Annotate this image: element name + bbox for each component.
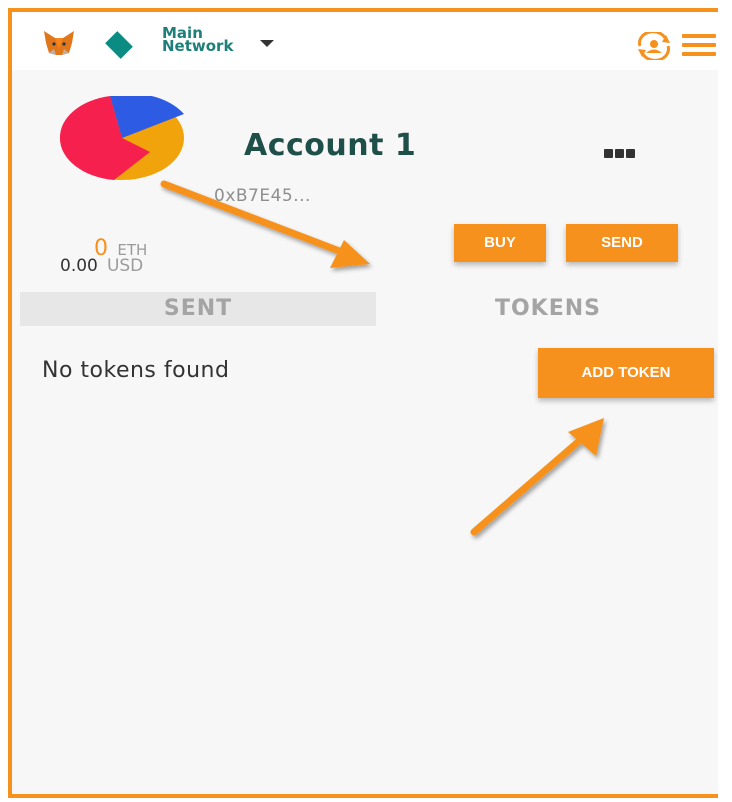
account-options-icon[interactable]: [604, 143, 637, 162]
chevron-down-icon[interactable]: [260, 40, 274, 47]
tab-sent[interactable]: SENT: [20, 292, 376, 326]
tab-tokens[interactable]: TOKENS: [376, 292, 718, 326]
send-button[interactable]: SEND: [566, 224, 678, 262]
account-name: Account 1: [244, 128, 417, 163]
tab-bar: SENT TOKENS: [20, 292, 718, 326]
account-address[interactable]: 0xB7E45...: [214, 186, 311, 206]
hamburger-menu-icon[interactable]: [682, 34, 716, 58]
arrow-to-add-token: [470, 418, 604, 536]
buy-button[interactable]: BUY: [454, 224, 546, 262]
metamask-fox-icon: [44, 31, 74, 55]
network-label-line2: Network: [162, 37, 234, 55]
usd-unit: USD: [106, 256, 144, 276]
network-diamond-icon: [105, 31, 133, 59]
wallet-window: Main Network Account 1 0xB7E45... 0 ETH …: [8, 8, 718, 798]
no-tokens-message: No tokens found: [42, 358, 230, 383]
add-token-button[interactable]: ADD TOKEN: [538, 348, 714, 398]
account-sync-icon[interactable]: [634, 32, 674, 60]
top-bar: Main Network: [12, 12, 718, 70]
usd-balance: 0.00 USD: [60, 256, 143, 276]
network-selector[interactable]: Main Network: [162, 26, 234, 55]
usd-value: 0.00: [60, 256, 98, 276]
account-avatar: [60, 96, 184, 180]
